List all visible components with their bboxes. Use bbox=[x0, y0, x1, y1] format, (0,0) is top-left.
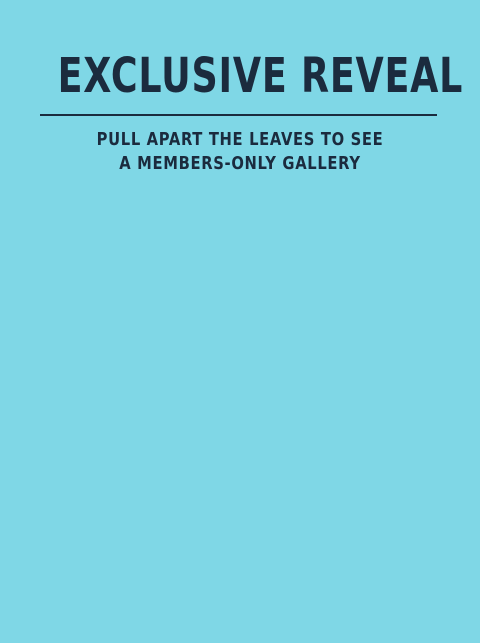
title-divider bbox=[40, 114, 437, 116]
page: EXCLUSIVE REVEAL PULL APART THE LEAVES T… bbox=[0, 0, 480, 643]
page-subtitle: PULL APART THE LEAVES TO SEE A MEMBERS-O… bbox=[43, 128, 437, 176]
subtitle-line-1: PULL APART THE LEAVES TO SEE bbox=[96, 129, 384, 150]
subtitle-line-2: A MEMBERS-ONLY GALLERY bbox=[119, 153, 361, 174]
page-title: EXCLUSIVE REVEAL bbox=[57, 48, 464, 104]
reveal-area[interactable] bbox=[0, 220, 480, 643]
reveal-header: EXCLUSIVE REVEAL PULL APART THE LEAVES T… bbox=[0, 0, 480, 220]
